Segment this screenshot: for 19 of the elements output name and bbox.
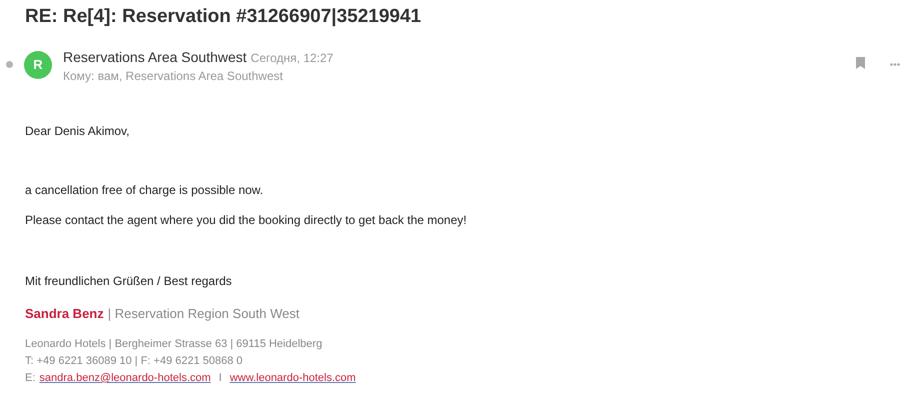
email-label: E: [25,371,36,386]
sender-name[interactable]: Reservations Area Southwest [63,47,247,68]
closing-text: Mit freundlichen Grüßen / Best regards [25,273,232,290]
sender-avatar: R [24,51,52,79]
body-paragraph: a cancellation free of charge is possible now. [25,182,264,199]
greeting-text: Dear Denis Akimov, [25,123,130,140]
signature-role: | Reservation Region South West [108,305,300,323]
more-icon[interactable] [890,63,900,66]
message-date: Сегодня, 12:27 [250,50,334,67]
body-paragraph: Please contact the agent where you did the booking directly to get back the money! [25,212,467,229]
signature-phone: T: +49 6221 36089 10 | F: +49 6221 50868 0 [25,354,243,369]
signature-name: Sandra Benz [25,305,104,323]
email-link[interactable]: sandra.benz@leonardo-hotels.com [39,370,211,386]
link-separator: I [218,371,223,386]
email-subject: RE: Re[4]: Reservation #31266907|35219941 [25,5,422,29]
signature-address: Leonardo Hotels | Bergheimer Strasse 63 | 69115 Heidelberg [25,337,322,352]
recipients-line: Кому: вам, Reservations Area Southwest [63,68,283,85]
website-link[interactable]: www.leonardo-hotels.com [230,370,356,386]
bookmark-icon[interactable] [856,57,865,69]
